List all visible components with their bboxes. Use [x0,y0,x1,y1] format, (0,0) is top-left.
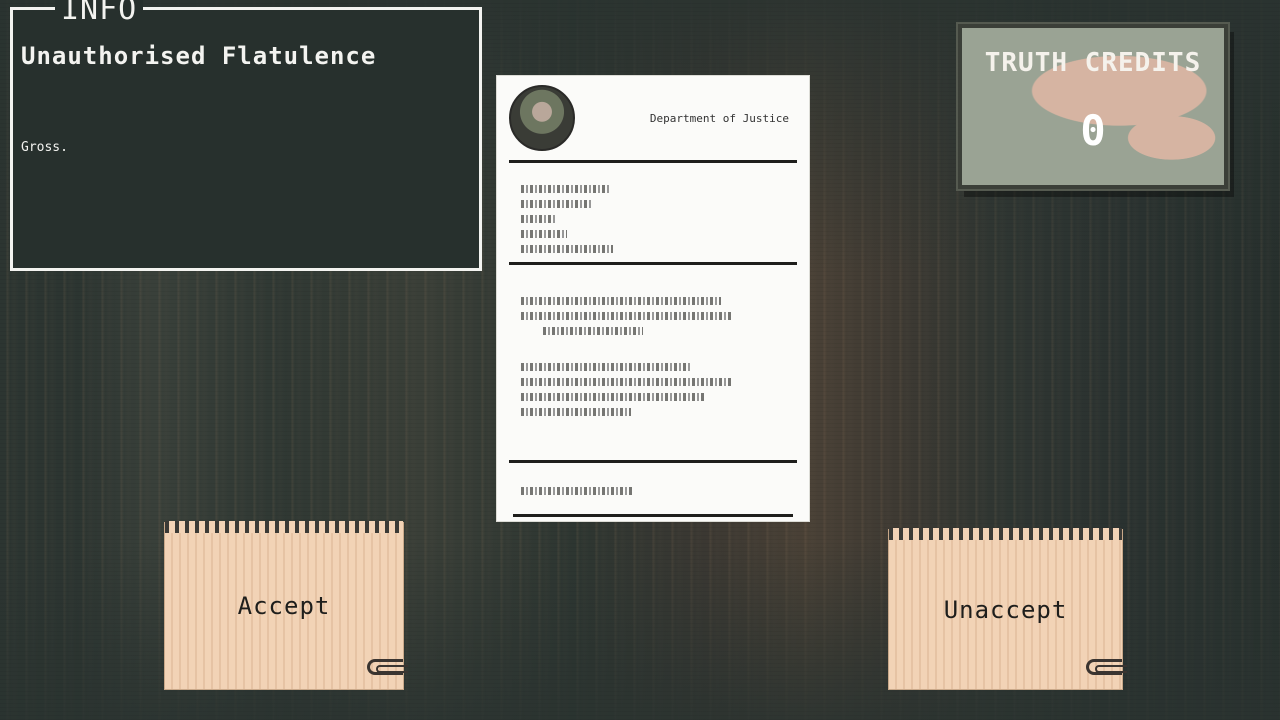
case-document[interactable]: Department of Justice [496,75,810,522]
info-panel: INFO Unauthorised Flatulence Gross. [10,0,482,271]
document-footer [521,480,633,502]
document-body [521,290,731,423]
paperclip-icon [367,659,408,675]
case-description: Gross. [21,140,68,155]
paperclip-icon [1086,659,1127,675]
department-seal-icon [509,85,575,151]
divider [513,514,793,517]
credits-title: TRUTH CREDITS [984,48,1202,78]
divider [509,460,797,463]
document-header: Department of Justice [649,112,789,125]
document-details [521,178,613,260]
divider [509,262,797,265]
accept-button[interactable]: Accept [164,521,408,690]
accept-label: Accept [237,592,331,620]
divider [509,160,797,163]
unaccept-label: Unaccept [943,595,1068,624]
credits-value: 0 [1080,106,1106,155]
unaccept-button[interactable]: Unaccept [888,528,1127,690]
case-title: Unauthorised Flatulence [21,42,377,70]
truth-credits-panel: TRUTH CREDITS 0 [958,24,1228,189]
info-heading: INFO [55,0,144,25]
